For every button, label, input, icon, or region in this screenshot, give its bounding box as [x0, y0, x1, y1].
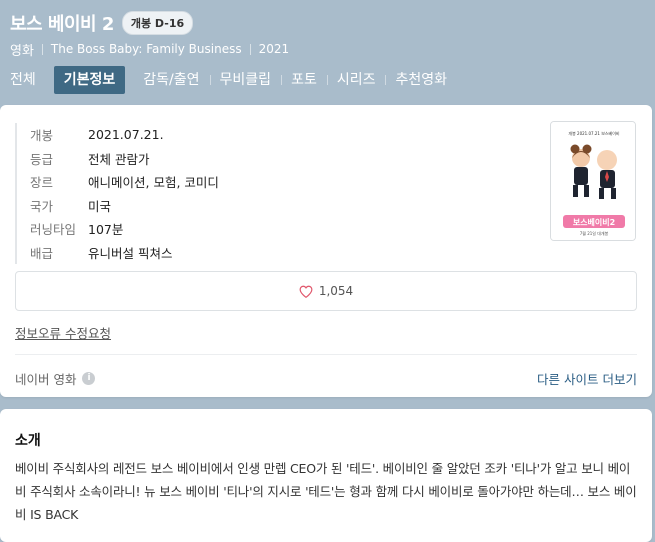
info-icon[interactable]: i — [82, 372, 96, 385]
tab-series[interactable]: 시리즈 — [326, 66, 386, 94]
movie-header: 보스 베이비 2 개봉 D-16 영화 The Boss Baby: Famil… — [10, 10, 645, 94]
poster-illustration: 개봉 2021.07.21 보스베이비 보스베이비2 7월 21일 대개봉 — [551, 122, 635, 240]
more-sites-link[interactable]: 다른 사이트 더보기 — [537, 369, 637, 388]
movie-title[interactable]: 보스 베이비 2 — [10, 10, 114, 36]
info-value: 전체 관람가 — [88, 151, 150, 167]
tab-all[interactable]: 전체 — [0, 66, 46, 94]
info-value: 미국 — [88, 198, 112, 214]
release-year: 2021 — [258, 42, 290, 56]
tab-cast[interactable]: 감독/출연 — [133, 66, 209, 94]
tab-bar: 전체 기본정보 감독/출연 무비클립 포토 시리즈 추천영화 — [0, 66, 645, 94]
synopsis-text: 베이비 주식회사의 레전드 보스 베이비에서 인생 만렙 CEO가 된 '테드'… — [15, 461, 637, 522]
release-dday-badge: 개봉 D-16 — [121, 11, 194, 35]
info-value: 유니버설 픽쳐스 — [88, 245, 173, 261]
meta-divider — [249, 43, 251, 55]
tab-movie-clips[interactable]: 무비클립 — [209, 66, 282, 94]
movie-poster[interactable]: 개봉 2021.07.21 보스베이비 보스베이비2 7월 21일 대개봉 — [550, 121, 636, 241]
info-key: 국가 — [30, 198, 54, 214]
info-row-country: 국가 미국 — [30, 194, 219, 218]
info-row-genre: 장르 애니메이션, 모험, 코미디 — [30, 170, 219, 194]
poster-top-text: 개봉 2021.07.21 보스베이비 — [568, 130, 620, 136]
poster-date-text: 7월 21일 대개봉 — [580, 230, 609, 236]
like-count: 1,054 — [318, 284, 354, 298]
source-name: 네이버 영화 — [15, 372, 77, 387]
heart-icon — [299, 285, 313, 298]
info-list: 개봉 2021.07.21. 등급 전체 관람가 장르 애니메이션, 모험, 코… — [15, 123, 219, 264]
divider — [15, 354, 637, 355]
report-error-link[interactable]: 정보오류 수정요청 — [15, 323, 111, 342]
info-row-runtime: 러닝타임 107분 — [30, 217, 219, 241]
source-label: 네이버 영화 i — [15, 369, 96, 388]
info-key: 러닝타임 — [30, 222, 77, 238]
content-kind: 영화 — [10, 43, 34, 59]
info-value: 2021.07.21. — [88, 127, 164, 143]
info-row-distributor: 배급 유니버설 픽쳐스 — [30, 241, 219, 265]
original-title: The Boss Baby: Family Business — [50, 42, 242, 56]
like-button[interactable]: 1,054 — [15, 271, 637, 311]
movie-meta: 영화 The Boss Baby: Family Business 2021 — [10, 40, 645, 59]
info-key: 장르 — [30, 175, 54, 191]
poster-logo-text: 보스베이비2 — [573, 217, 615, 227]
tab-photos[interactable]: 포토 — [281, 66, 327, 94]
info-key: 개봉 — [30, 128, 54, 144]
info-value: 107분 — [88, 222, 124, 238]
info-value: 애니메이션, 모험, 코미디 — [88, 175, 219, 191]
tab-recommended[interactable]: 추천영화 — [385, 66, 457, 94]
info-key: 배급 — [30, 245, 54, 261]
info-row-rating: 등급 전체 관람가 — [30, 147, 219, 171]
synopsis-card: 소개 베이비 주식회사의 레전드 보스 베이비에서 인생 만렙 CEO가 된 '… — [0, 409, 652, 542]
basic-info-card: 개봉 2021.07.21. 등급 전체 관람가 장르 애니메이션, 모험, 코… — [0, 105, 652, 397]
tab-basic-info[interactable]: 기본정보 — [53, 66, 126, 94]
synopsis-title: 소개 — [15, 433, 41, 449]
info-row-release: 개봉 2021.07.21. — [30, 123, 219, 147]
info-key: 등급 — [30, 151, 54, 167]
meta-divider — [41, 43, 43, 55]
